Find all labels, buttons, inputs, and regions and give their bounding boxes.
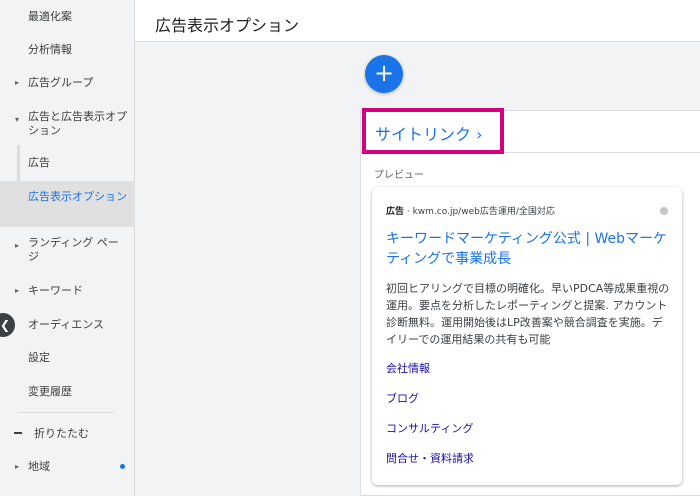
sidebar-item-label: オーディエンス	[28, 318, 105, 331]
sidebar-item-ad-extensions[interactable]: 広告表示オプション	[0, 181, 135, 227]
caret-down-icon: ▾	[15, 115, 20, 124]
page-header: 広告表示オプション	[135, 0, 700, 42]
ad-preview-card: 広告 · kwm.co.jp/web広告運用/全国対応 キーワードマーケティング…	[372, 187, 682, 485]
notification-dot	[120, 464, 125, 469]
caret-right-icon: ▸	[15, 462, 20, 471]
sidebar-item-label: 最適化案	[28, 10, 72, 23]
caret-right-icon: ▸	[15, 78, 20, 87]
ad-badge: 広告	[386, 207, 405, 217]
sidebar-item-landing-pages[interactable]: ▸ ランディング ページ	[0, 236, 135, 264]
sidebar-item-ads-and-extensions[interactable]: ▾ 広告と広告表示オプション	[0, 110, 135, 138]
sitelink-blog[interactable]: ブログ	[386, 390, 419, 406]
caret-right-icon: ▸	[15, 286, 20, 295]
sidebar-item-label: 変更履歴	[28, 385, 72, 398]
sidebar-item-ad-groups[interactable]: ▸ 広告グループ	[0, 76, 135, 90]
sidebar-item-label: 広告グループ	[28, 76, 94, 89]
info-dot-icon	[660, 207, 668, 215]
sidebar-item-locations[interactable]: ▸ 地域	[0, 460, 135, 474]
ad-url: · kwm.co.jp/web広告運用/全国対応	[404, 207, 555, 217]
sitelink-consulting[interactable]: コンサルティング	[386, 420, 473, 436]
ad-meta: 広告 · kwm.co.jp/web広告運用/全国対応	[386, 204, 555, 217]
sidebar-item-label: 設定	[28, 351, 50, 364]
sidebar-item-audiences[interactable]: オーディエンス	[0, 318, 135, 332]
ad-headline[interactable]: キーワードマーケティング公式 | Webマーケティングで事業成長	[386, 229, 670, 269]
sidebar-item-label: 分析情報	[28, 43, 72, 56]
page-title: 広告表示オプション	[155, 16, 300, 35]
sidebar-collapse-toggle[interactable]: 折りたたむ	[0, 427, 135, 441]
sidebar-item-change-history[interactable]: 変更履歴	[0, 385, 135, 399]
ad-description: 初回ヒアリングで目標の明確化。早いPDCA等成果重視の運用。要点を分析したレポー…	[386, 282, 670, 346]
preview-label: プレビュー	[374, 170, 424, 181]
sidebar-item-ads[interactable]: 広告	[0, 156, 135, 170]
sidebar-item-label: 地域	[28, 460, 50, 473]
add-extension-button[interactable]: +	[365, 55, 403, 93]
sitelink-contact[interactable]: 問合せ・資料請求	[386, 450, 474, 466]
sidebar-item-label: 広告表示オプション	[28, 190, 127, 203]
highlight-box	[362, 108, 504, 154]
sidebar-divider	[18, 412, 114, 413]
sidebar: 最適化案 分析情報 ▸ 広告グループ ▾ 広告と広告表示オプション 広告 広告表…	[0, 0, 135, 496]
sidebar-item-settings[interactable]: 設定	[0, 351, 135, 365]
caret-right-icon: ▸	[15, 241, 20, 250]
sitelink-company-info[interactable]: 会社情報	[386, 360, 430, 376]
sidebar-item-label: 広告	[28, 156, 50, 169]
sidebar-item-label: キーワード	[28, 284, 83, 297]
sidebar-item-label: 広告と広告表示オプション	[28, 110, 127, 137]
sidebar-item-insights[interactable]: 分析情報	[0, 43, 135, 57]
sidebar-item-keywords[interactable]: ▸ キーワード	[0, 284, 135, 298]
sidebar-item-recommendations[interactable]: 最適化案	[0, 10, 135, 24]
sidebar-item-label: 折りたたむ	[34, 427, 89, 440]
sidebar-item-label: ランディング ページ	[28, 236, 119, 263]
